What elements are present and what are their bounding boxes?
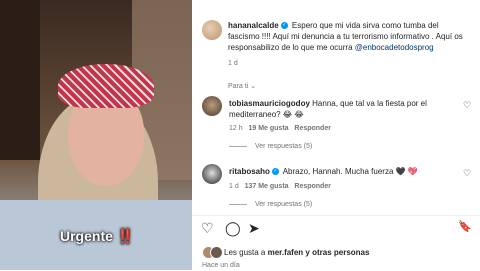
video-caption: Urgente ‼️ [60,228,134,245]
comment-meta-row: 12 h 19 Me gusta Responder [229,123,331,134]
view-replies-toggle[interactable]: Ver respuestas (5) [229,201,312,208]
post-caption-block: hananalcalde ✓ Espero que mi vida sirva c… [228,20,472,53]
commenter-avatar-tobias[interactable] [202,96,222,116]
replies-divider-line [229,203,247,205]
chevron-down-icon: ⌄ [250,83,257,90]
view-replies-label: Ver respuestas (5) [255,201,313,208]
comment-likes-link[interactable]: 137 Me gusta [245,183,289,190]
like-heart-icon[interactable]: ♡ [201,220,214,237]
likes-summary-user-link[interactable]: mer.fafen [268,248,304,257]
comment-likes-link[interactable]: 19 Me gusta [248,125,288,132]
post-age: 1 d [228,60,238,67]
liked-by-avatar [210,246,223,259]
likes-summary-others-link[interactable]: y otras personas [305,248,369,257]
comment-reply-button[interactable]: Responder [294,125,331,132]
comment-bubble-icon[interactable]: ◯ [225,220,241,237]
translate-label: Para ti [228,83,249,90]
comment-username[interactable]: ritabosaho [229,167,270,176]
save-bookmark-icon[interactable]: 🔖 [458,220,472,233]
comment-tobias: tobiasmauriciogodoy Hanna, que tal va la… [229,98,457,120]
post-timestamp: Hace un día [202,262,240,269]
comment-age: 1 d [229,183,239,190]
comment-age: 12 h [229,125,243,132]
likes-summary: Les gusta a mer.fafen y otras personas [224,247,369,258]
comment-like-heart-icon[interactable]: ♡ [463,100,471,111]
view-replies-label: Ver respuestas (5) [255,143,313,150]
comment-username[interactable]: tobiasmauriciogodoy [229,99,310,108]
actions-divider [192,215,480,216]
commenter-avatar-rita[interactable] [202,164,222,184]
caption-mention-link[interactable]: @enbocadetodosprog [355,43,434,52]
share-send-icon[interactable]: ➤ [248,220,260,237]
view-replies-toggle[interactable]: Ver respuestas (5) [229,143,312,150]
verified-badge-icon: ✓ [271,168,279,176]
likes-summary-prefix: Les gusta a [224,248,266,257]
comment-rita: ritabosaho ✓ Abrazo, Hannah. Mucha fuerza… [229,166,457,177]
background-door [0,0,40,160]
comment-text: Abrazo, Hannah. Mucha fuerza 🖤 💖 [282,167,418,176]
comment-like-heart-icon[interactable]: ♡ [463,168,471,179]
author-username[interactable]: hananalcalde [228,21,279,30]
liked-by-avatars[interactable] [202,246,223,259]
video-caption-emoji: ‼️ [116,228,135,244]
comment-reply-button[interactable]: Responder [294,183,331,190]
video-caption-text: Urgente [60,228,113,244]
author-avatar[interactable] [202,20,222,40]
replies-divider-line [229,145,247,147]
post-video[interactable]: Urgente ‼️ [0,0,192,270]
verified-badge-icon: ✓ [280,22,288,30]
translate-dropdown[interactable]: Para ti ⌄ [228,81,256,92]
comment-meta-row: 1 d 137 Me gusta Responder [229,181,331,192]
person-bandana [58,64,154,108]
